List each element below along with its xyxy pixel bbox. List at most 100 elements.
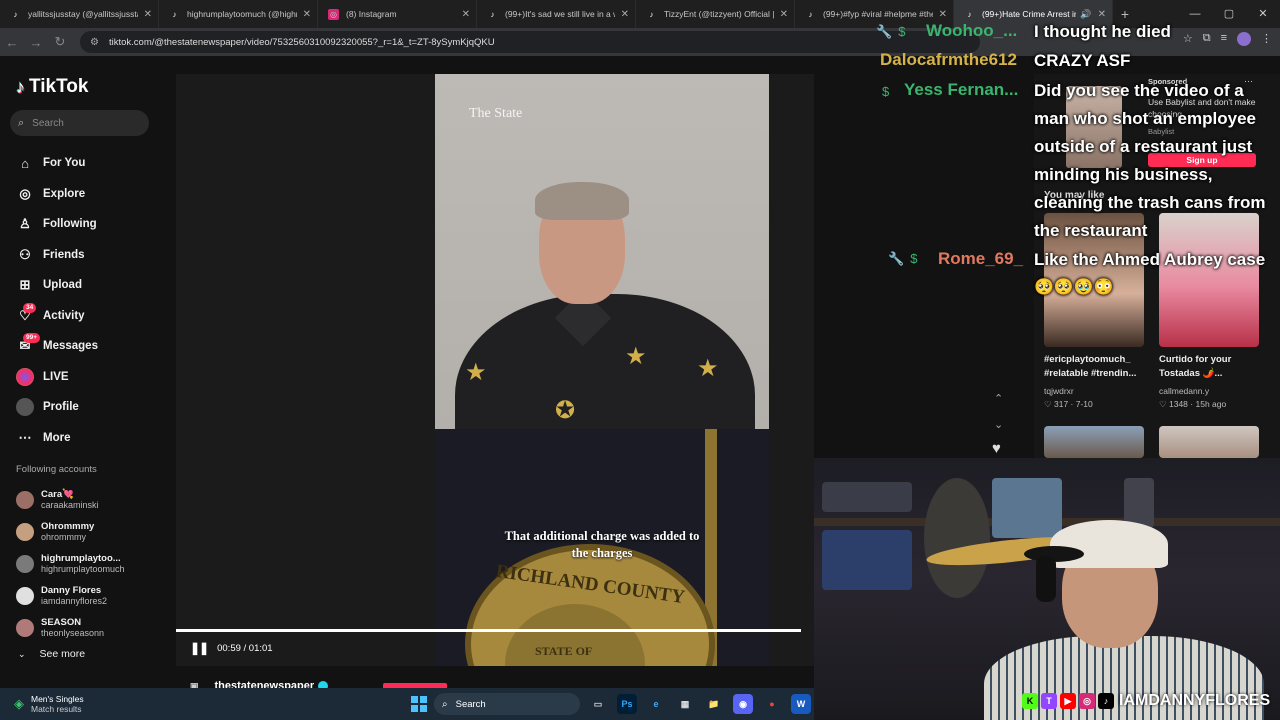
upload-icon: ⊞ xyxy=(19,277,31,293)
maximize-icon[interactable]: ▢ xyxy=(1212,0,1246,28)
following-account[interactable]: Ohrommmy ohrommmy xyxy=(16,516,166,548)
tiktok-icon: ♪ xyxy=(808,9,813,19)
tiktok-logo[interactable]: ♪ TikTok xyxy=(16,76,88,98)
messages-icon: ✉ 99+ xyxy=(16,333,41,354)
logo-text: TikTok xyxy=(29,76,89,97)
minimize-icon[interactable]: — xyxy=(1178,0,1212,28)
browser-tab[interactable]: ◎ (8) Instagram ✕ xyxy=(318,0,477,28)
sidebar-item-live[interactable]: LIVE xyxy=(16,362,166,393)
close-window-icon[interactable]: ✕ xyxy=(1246,0,1280,28)
post-age: 15h ago xyxy=(1195,399,1227,409)
profile-avatar-icon[interactable] xyxy=(1237,32,1251,46)
sidebar-item-activity[interactable]: ♡ 34 Activity xyxy=(16,301,166,332)
discord-icon[interactable]: ◉ xyxy=(733,694,753,714)
sidebar-item-upload[interactable]: ⊞ Upload xyxy=(16,270,166,301)
sidebar-item-friends[interactable]: ⚇ Friends xyxy=(16,240,166,271)
recommended-card-meta: ♡ 1348 · 15h ago xyxy=(1159,399,1227,409)
avatar xyxy=(16,491,34,509)
file-explorer-icon[interactable]: 📁 xyxy=(704,694,724,714)
close-tab-icon[interactable]: ✕ xyxy=(144,9,152,20)
star-insignia-icon: ★ xyxy=(697,355,719,382)
recommended-card-title[interactable]: Curtido for your Tostadas 🌶️... xyxy=(1159,353,1269,381)
instagram-icon: ◎ xyxy=(328,8,339,20)
like-count: 1348 xyxy=(1169,399,1188,409)
browser-tab[interactable]: ♪ (99+)It's sad we still live in a wo ✕ xyxy=(477,0,636,28)
sidebar-item-for-you[interactable]: ⌂ For You xyxy=(16,148,166,179)
task-view-icon[interactable]: ▭ xyxy=(588,694,608,714)
heart-icon[interactable]: ♥ xyxy=(992,440,1001,457)
kebab-menu-icon[interactable]: ⋮ xyxy=(1261,32,1272,46)
recommended-video-thumbnail[interactable] xyxy=(1159,426,1259,458)
close-tab-icon[interactable]: ✕ xyxy=(621,9,629,20)
chevron-down-icon[interactable]: ⌄ xyxy=(994,412,1003,438)
seal-text-lower: STATE OF xyxy=(535,644,593,658)
tiktok-icon: ♪ xyxy=(13,9,18,19)
youtube-icon: ▶ xyxy=(1060,693,1076,709)
site-info-icon[interactable]: ⚙ xyxy=(90,37,99,48)
recommended-card-author[interactable]: tqjwdrxr xyxy=(1044,386,1074,396)
close-tab-icon[interactable]: ✕ xyxy=(303,9,311,20)
window-controls: — ▢ ✕ xyxy=(1178,0,1280,28)
video-time: 00:59 / 01:01 xyxy=(217,642,273,654)
reload-icon[interactable]: ↻ xyxy=(48,34,72,50)
sidebar-item-more[interactable]: ⋯ More xyxy=(16,423,166,454)
recommended-card-author[interactable]: callmedann.y xyxy=(1159,386,1209,396)
photoshop-icon[interactable]: Ps xyxy=(617,694,637,714)
forward-icon[interactable]: → xyxy=(24,35,48,50)
close-tab-icon[interactable]: ✕ xyxy=(780,9,788,20)
close-tab-icon[interactable]: ✕ xyxy=(939,9,947,20)
sidebar-item-label: Friends xyxy=(43,248,85,261)
account-names: Danny Flores iamdannyflores2 xyxy=(41,585,107,607)
sidebar-item-explore[interactable]: ◎ Explore xyxy=(16,179,166,210)
chrome-icon[interactable]: ● xyxy=(762,694,782,714)
wrench-icon: 🔧 xyxy=(876,24,893,39)
search-input[interactable]: ⌕ Search xyxy=(10,110,149,136)
browser-tab-title: (99+)#fyp #viral #helpme #the xyxy=(823,9,933,19)
card-title-line: Curtido for your xyxy=(1159,354,1232,365)
account-name: highrumplaytoo... xyxy=(41,553,121,564)
widgets-button[interactable]: ◈ Men's Singles Match results xyxy=(14,694,84,714)
see-more-button[interactable]: ⌄ See more xyxy=(18,648,85,660)
windows-start-icon[interactable] xyxy=(411,696,427,712)
streamer-handle: IAMDANNYFLORES xyxy=(1119,692,1271,709)
back-icon[interactable]: ← xyxy=(0,35,24,50)
following-account[interactable]: highrumplaytoo... highrumplaytoomuch xyxy=(16,548,166,580)
moderator-icon: $ xyxy=(882,84,890,99)
recommended-video-thumbnail[interactable] xyxy=(1044,426,1144,458)
moderator-icon: $ xyxy=(898,24,906,39)
avatar xyxy=(16,619,34,637)
menu-icon[interactable]: ≡ xyxy=(1221,32,1227,46)
extensions-icon[interactable]: ⧉ xyxy=(1203,32,1211,46)
video-progress-bar[interactable] xyxy=(176,629,802,632)
bookmark-icon[interactable]: ☆ xyxy=(1183,32,1193,46)
activity-icon: ♡ 34 xyxy=(16,302,37,324)
chat-message-line: Did you see the video of a xyxy=(1034,81,1244,100)
video-player[interactable]: The State ★ ★ ★ ✪ RICHLAND COUNTY STATE … xyxy=(435,74,769,666)
browser-tab[interactable]: ♪ TizzyEnt (@tizzyent) Official | Ti ✕ xyxy=(636,0,795,28)
widget-line-1: Men's Singles xyxy=(31,694,84,704)
chat-message-line: the restaurant xyxy=(1034,221,1148,240)
following-account[interactable]: Danny Flores iamdannyflores2 xyxy=(16,580,166,612)
recommended-card-title[interactable]: #ericplaytoomuch_ #relatable #trendin... xyxy=(1044,353,1154,381)
edge-icon[interactable]: e xyxy=(646,694,666,714)
sidebar-item-messages[interactable]: ✉ 99+ Messages xyxy=(16,331,166,362)
sidebar-item-label: Explore xyxy=(43,187,86,200)
following-account[interactable]: SEASON theonlyseasonn xyxy=(16,612,166,644)
url-field[interactable]: ⚙ tiktok.com/@thestatenewspaper/video/75… xyxy=(80,31,980,53)
sidebar-item-profile[interactable]: Profile xyxy=(16,392,166,423)
following-account[interactable]: Cara💘 caraakaminski xyxy=(16,484,166,516)
taskbar-search[interactable]: ⌕ Search xyxy=(434,693,580,715)
word-icon[interactable]: W xyxy=(791,694,811,714)
cam-wall-frame xyxy=(992,478,1062,538)
chat-message: CRAZY ASF xyxy=(1034,51,1131,70)
pause-icon[interactable]: ❚❚ xyxy=(190,641,209,655)
store-icon[interactable]: ▦ xyxy=(675,694,695,714)
close-tab-icon[interactable]: ✕ xyxy=(462,9,470,20)
see-more-label: See more xyxy=(39,648,86,660)
chat-message: I thought he died xyxy=(1034,22,1171,41)
chevron-up-icon[interactable]: ⌃ xyxy=(994,386,1003,412)
sports-widget-icon: ◈ xyxy=(14,696,24,711)
browser-tab[interactable]: ♪ highrumplaytoomuch (@highru ✕ xyxy=(159,0,318,28)
browser-tab[interactable]: ♪ yallitssjusstay (@yallitssjusstay) ✕ xyxy=(0,0,159,28)
sidebar-item-following[interactable]: ♙ Following xyxy=(16,209,166,240)
